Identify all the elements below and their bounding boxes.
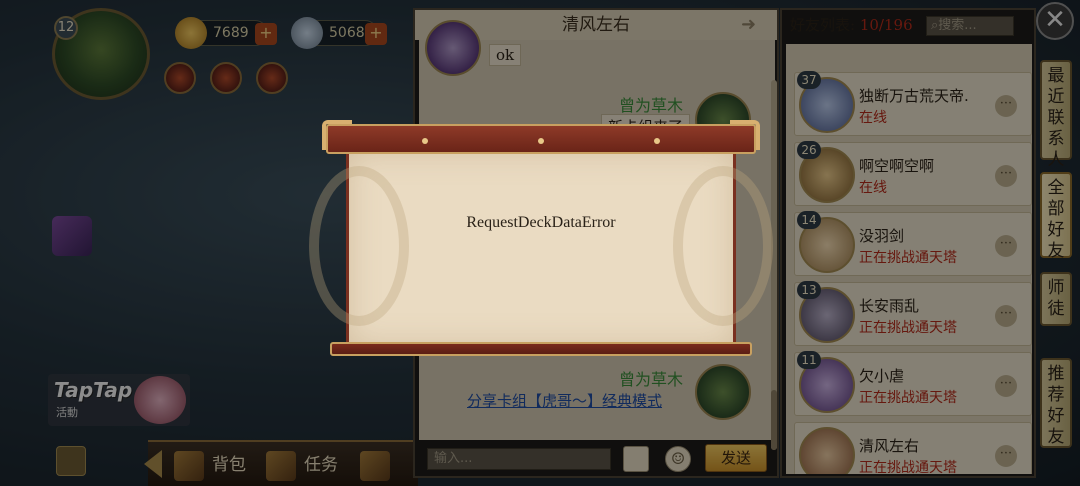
- friend-name: 欠小虐: [859, 367, 905, 385]
- friend-name: 长安雨乱: [859, 297, 920, 315]
- rod-curl-left: [322, 120, 352, 150]
- gem-value: 5068: [329, 25, 365, 41]
- error-dialog[interactable]: RequestDeckDataError: [309, 120, 773, 358]
- add-gem-button[interactable]: +: [365, 23, 387, 45]
- friend-item[interactable]: 11 欠小虐 正在挑战通天塔 ···: [794, 351, 1032, 416]
- friend-status: 正在挑战通天塔: [859, 320, 957, 336]
- rod-stud: [422, 138, 428, 144]
- friend-item[interactable]: 26 啊空啊空啊 在线 ···: [794, 141, 1032, 206]
- dialog-body: [309, 152, 773, 346]
- friend-status: 正在挑战通天塔: [859, 460, 957, 474]
- book-icon[interactable]: [623, 446, 649, 472]
- gem-icon: [291, 17, 323, 49]
- friend-level: 37: [797, 71, 821, 89]
- player-level-badge: 12: [54, 16, 78, 40]
- friend-level: 13: [797, 281, 821, 299]
- close-button[interactable]: ✕: [1036, 2, 1074, 40]
- friend-search-input[interactable]: ⌕搜索...: [926, 16, 1014, 36]
- more-options-button[interactable]: ···: [995, 445, 1017, 467]
- taptap-logo: TapTap: [54, 378, 133, 402]
- friend-level: 26: [797, 141, 821, 159]
- bag-label: 背包: [212, 455, 246, 475]
- error-message: RequestDeckDataError: [466, 214, 616, 231]
- search-placeholder: 搜索...: [938, 18, 977, 33]
- chat-input[interactable]: 输入...: [427, 448, 611, 470]
- friend-list-title: 好友列表: 10/196: [790, 14, 913, 36]
- more-button[interactable]: [360, 450, 398, 481]
- friend-status: 在线: [859, 110, 887, 126]
- menu-round-button-1[interactable]: [164, 62, 196, 94]
- gold-counter: 7689 +: [175, 17, 277, 49]
- tab-recent-contacts[interactable]: 最近联系人: [1040, 60, 1072, 170]
- friend-level: 11: [797, 351, 821, 369]
- rod-stud: [538, 138, 544, 144]
- bottom-bar: 背包 任务: [144, 440, 418, 486]
- left-arrow-icon[interactable]: [144, 450, 162, 478]
- more-icon: [360, 450, 390, 481]
- message-sender: 曾为草木: [619, 370, 684, 389]
- more-options-button[interactable]: ···: [995, 235, 1017, 257]
- more-options-button[interactable]: ···: [995, 375, 1017, 397]
- task-button[interactable]: 任务: [266, 450, 338, 481]
- more-options-button[interactable]: ···: [995, 305, 1017, 327]
- gold-value: 7689: [213, 25, 249, 41]
- bag-button[interactable]: 背包: [174, 450, 246, 481]
- taptap-banner[interactable]: TapTap 活動: [48, 374, 190, 426]
- rod-stud: [654, 138, 660, 144]
- share-arrow-icon[interactable]: ➜: [741, 16, 767, 34]
- task-icon: [266, 450, 296, 481]
- friend-name: 没羽剑: [859, 227, 905, 245]
- message-text: ok: [489, 44, 522, 66]
- gem-counter: 5068 +: [291, 17, 387, 49]
- friend-avatar: [695, 364, 751, 420]
- friend-level: 14: [797, 211, 821, 229]
- dialog-decoration-right: [673, 166, 773, 326]
- friend-item[interactable]: 37 独断万古荒天帝. 在线 ···: [794, 71, 1032, 136]
- emoji-icon[interactable]: ☺: [665, 446, 691, 472]
- chat-scroll-thumb[interactable]: [771, 390, 777, 450]
- tab-all-friends[interactable]: 全部好友: [1040, 172, 1072, 261]
- taptap-character: [134, 376, 186, 424]
- message-sender: 曾为草木: [619, 96, 684, 115]
- gold-icon: [175, 17, 207, 49]
- dialog-decoration-left: [309, 166, 409, 326]
- friend-status: 在线: [859, 180, 887, 196]
- friend-name: 清风左右: [859, 437, 920, 455]
- taptap-sub: 活動: [56, 406, 78, 419]
- chat-scrollbar[interactable]: [771, 80, 777, 450]
- friend-item[interactable]: 13 长安雨乱 正在挑战通天塔 ···: [794, 281, 1032, 346]
- deck-share-link[interactable]: 分享卡组【虎哥～】经典模式: [467, 390, 662, 411]
- my-avatar: [425, 20, 481, 76]
- rod-curl-right: [730, 120, 760, 150]
- send-button[interactable]: 发送: [705, 444, 767, 472]
- chat-bubble-icon[interactable]: [56, 446, 86, 476]
- tab-recommend-friends[interactable]: 推荐好友: [1040, 358, 1072, 448]
- friend-status: 正在挑战通天塔: [859, 390, 957, 406]
- friend-list[interactable]: 37 独断万古荒天帝. 在线 ··· 26 啊空啊空啊 在线 ··· 14 没羽…: [786, 44, 1032, 474]
- more-options-button[interactable]: ···: [995, 165, 1017, 187]
- menu-round-button-3[interactable]: [256, 62, 288, 94]
- friend-status: 正在挑战通天塔: [859, 250, 957, 266]
- friend-count: 10/196: [859, 16, 913, 34]
- friend-name: 独断万古荒天帝.: [859, 87, 969, 105]
- dialog-top-rod: [326, 124, 756, 154]
- friend-list-panel: 好友列表: 10/196 ⌕搜索... 37 独断万古荒天帝. 在线 ··· 2…: [780, 8, 1036, 478]
- gift-icon[interactable]: [52, 216, 92, 256]
- menu-round-button-2[interactable]: [210, 62, 242, 94]
- friend-avatar: [799, 427, 855, 474]
- friend-list-label: 好友列表:: [790, 16, 856, 34]
- add-gold-button[interactable]: +: [255, 23, 277, 45]
- game-screen: 12 7689 + 5068 + TapTap 活動 背包 任务 清风左右 ➜: [0, 0, 1080, 486]
- dialog-bottom-rod: [330, 342, 752, 356]
- task-label: 任务: [304, 455, 338, 475]
- bag-icon: [174, 450, 204, 481]
- friend-item[interactable]: 清风左右 正在挑战通天塔 ···: [794, 422, 1032, 474]
- more-options-button[interactable]: ···: [995, 95, 1017, 117]
- tab-master-apprentice[interactable]: 师徒: [1040, 272, 1072, 326]
- friend-name: 啊空啊空啊: [859, 157, 935, 175]
- friend-item[interactable]: 14 没羽剑 正在挑战通天塔 ···: [794, 211, 1032, 276]
